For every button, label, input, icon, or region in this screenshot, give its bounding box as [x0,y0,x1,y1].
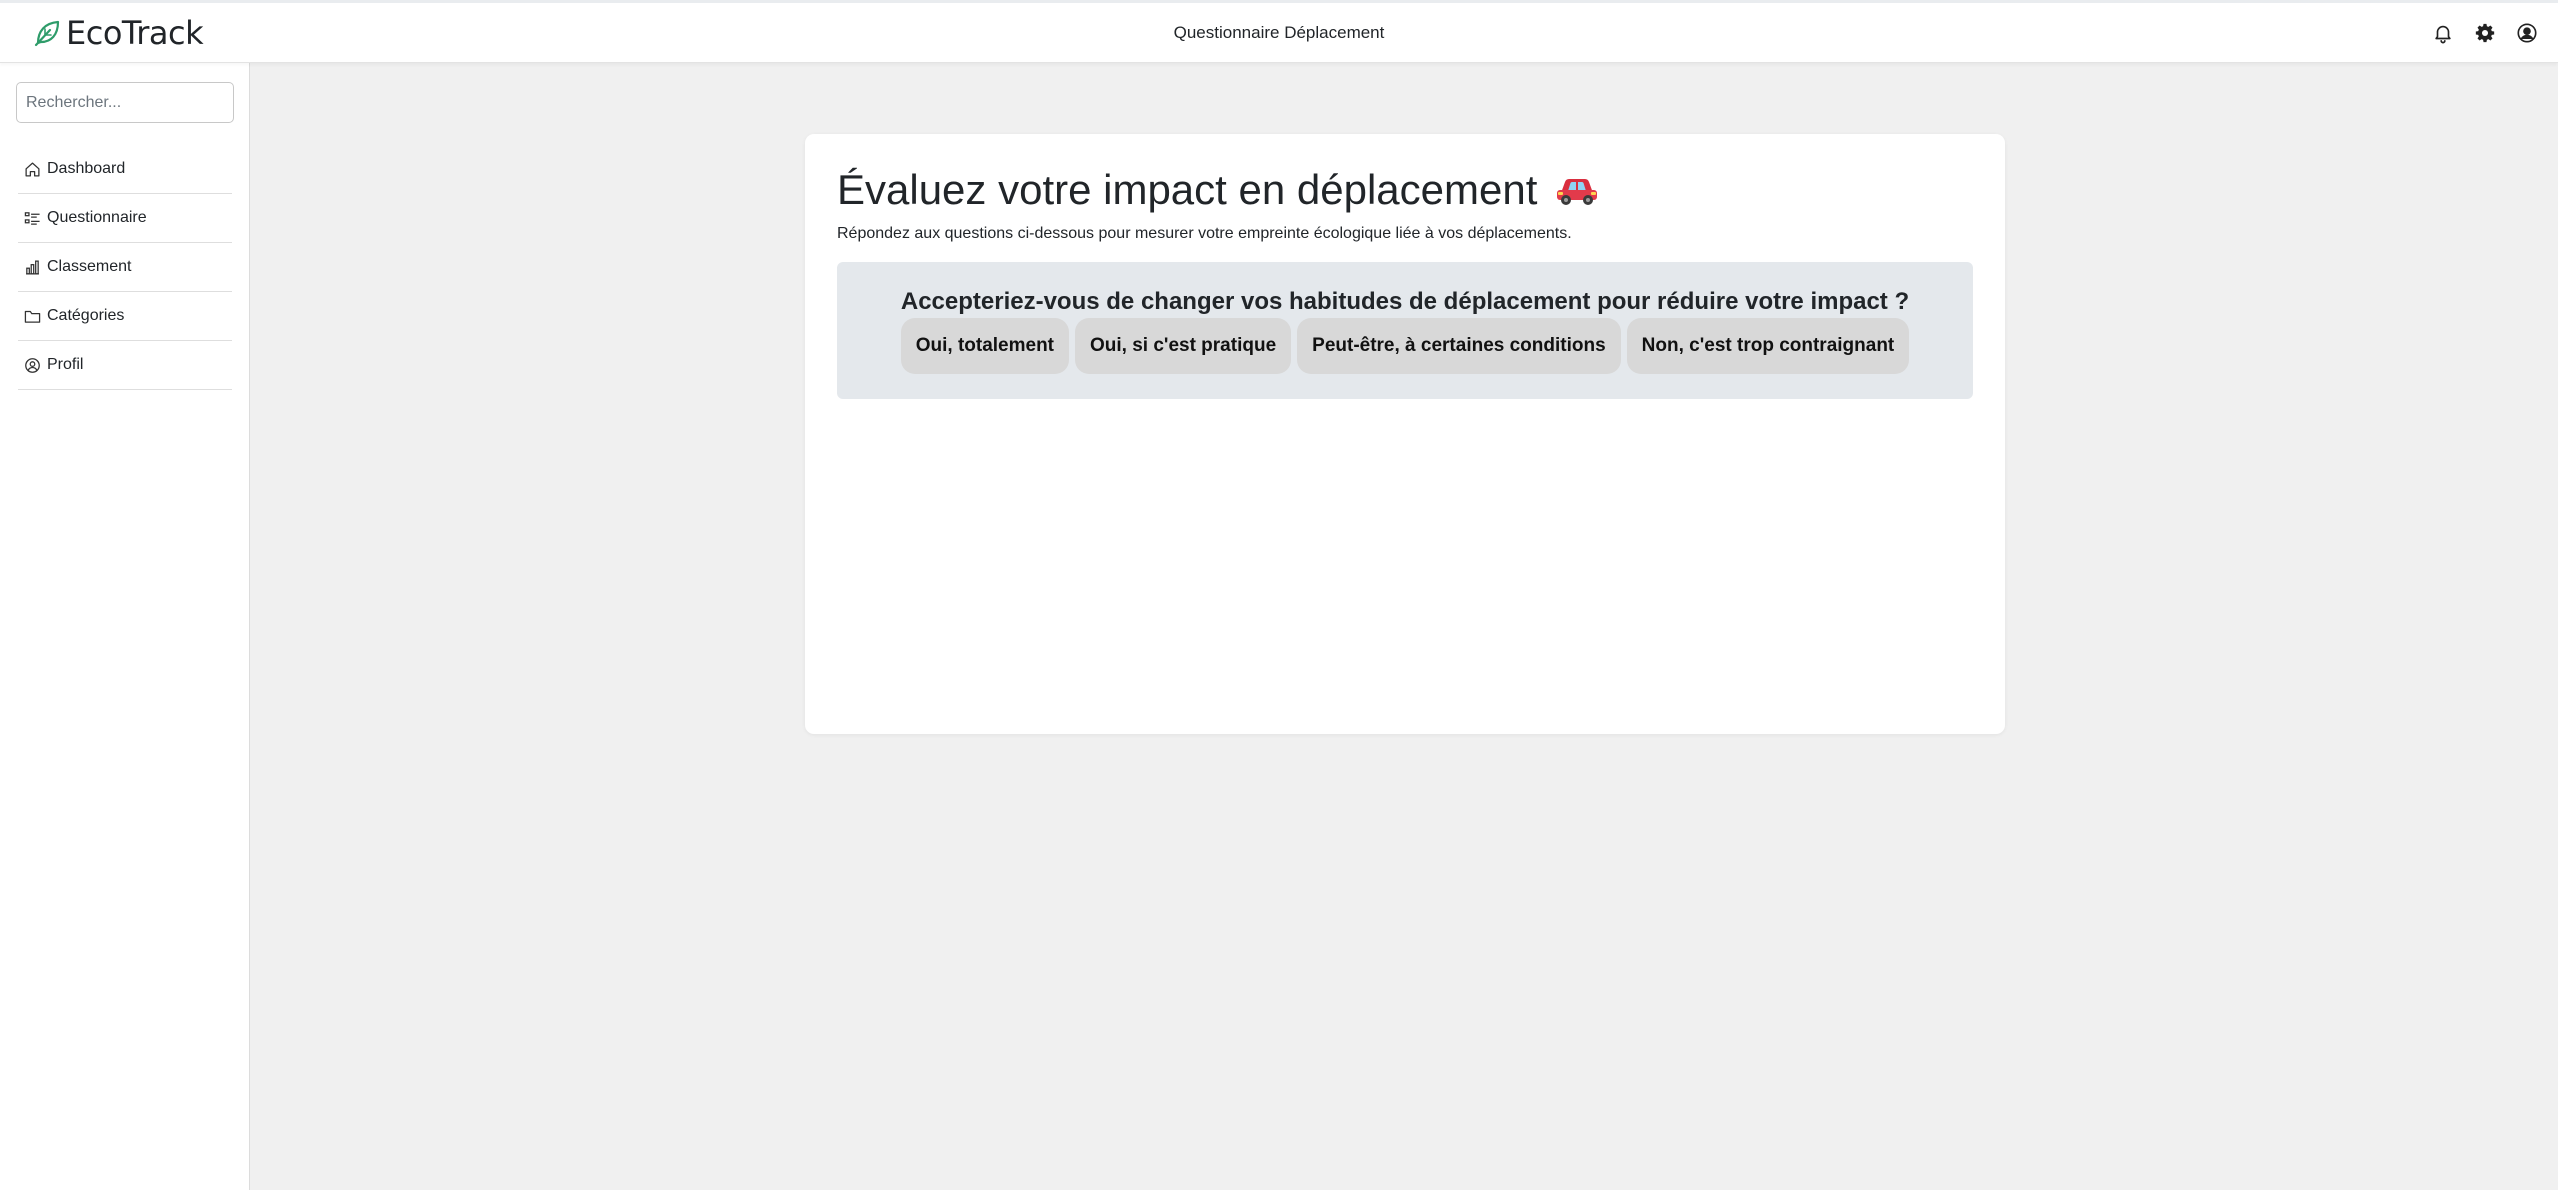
sidebar-item-label: Questionnaire [47,209,147,226]
page-title: Évaluez votre impact en déplacement [837,166,1599,214]
user-circle-icon [25,357,40,373]
sidebar-item-label: Classement [47,258,132,275]
questionnaire-card: Évaluez votre impact en déplacement Répo… [805,134,2005,734]
answer-button-peut-etre[interactable]: Peut-être, à certaines conditions [1297,318,1621,374]
list-icon [24,211,40,225]
sidebar: Dashboard Questionnaire Classement Cat [0,63,250,1190]
bar-chart-icon [26,259,39,275]
answer-button-oui-si-pratique[interactable]: Oui, si c'est pratique [1075,318,1292,374]
answer-button-non-contraignant[interactable]: Non, c'est trop contraignant [1626,318,1910,374]
sidebar-item-label: Catégories [47,307,125,324]
sidebar-item-profil[interactable]: Profil [18,341,232,390]
folder-icon [24,310,41,323]
answer-button-oui-totalement[interactable]: Oui, totalement [900,318,1070,374]
gear-icon[interactable] [2474,22,2496,44]
home-icon [25,161,40,177]
user-circle-icon[interactable] [2516,22,2538,44]
answer-options: Oui, totalement Oui, si c'est pratique P… [837,318,1973,374]
page-title-text: Évaluez votre impact en déplacement [837,166,1538,213]
top-bar: EcoTrack Questionnaire Déplacement [0,0,2558,63]
sidebar-item-label: Dashboard [47,160,126,177]
page-subtitle: Répondez aux questions ci-dessous pour m… [837,225,1572,242]
sidebar-nav: Dashboard Questionnaire Classement Catég… [18,145,232,390]
sidebar-item-categories[interactable]: Catégories [18,292,232,341]
sidebar-item-label: Profil [47,356,84,373]
question-panel: Accepteriez-vous de changer vos habitude… [837,262,1973,399]
sidebar-item-classement[interactable]: Classement [18,243,232,292]
header-actions [2432,22,2538,44]
search-input[interactable] [16,82,234,123]
sidebar-item-dashboard[interactable]: Dashboard [18,145,232,194]
car-icon [1557,179,1598,205]
question-text: Accepteriez-vous de changer vos habitude… [900,288,1910,315]
bell-icon[interactable] [2432,22,2454,44]
page-heading: Questionnaire Déplacement [1173,23,1385,42]
sidebar-item-questionnaire[interactable]: Questionnaire [18,194,232,243]
